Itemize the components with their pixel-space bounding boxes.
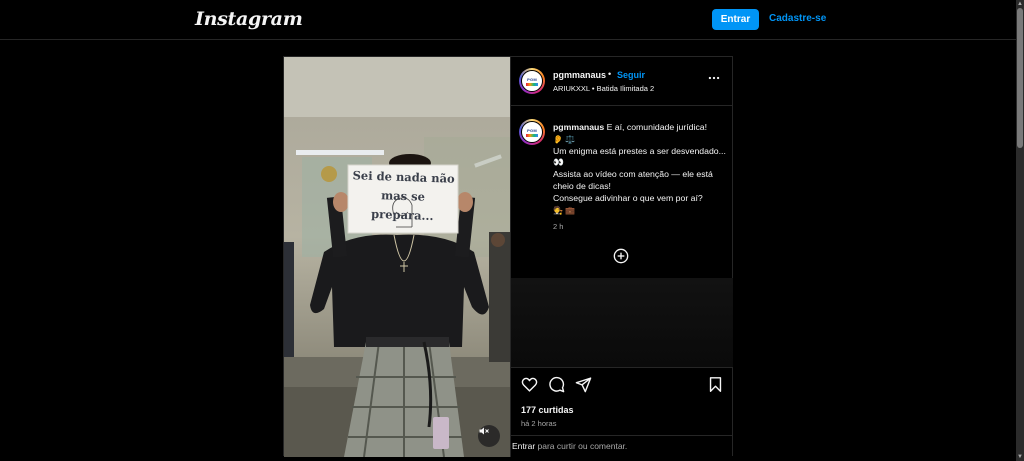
caption-timestamp: 2 h	[553, 222, 564, 231]
comment-icon	[549, 376, 565, 393]
scroll-down-arrow-icon[interactable]: ▼	[1017, 454, 1023, 460]
sign-text: Sei de nada não mas se prepara...	[349, 166, 457, 227]
heart-icon	[521, 377, 538, 392]
sign-line-2: mas se prepara...	[370, 188, 434, 224]
audio-artist: ARIUKXXL	[553, 84, 590, 93]
caption-avatar-color-bar	[526, 133, 538, 137]
avatar-label: PGM	[527, 76, 537, 82]
top-nav: Instagram Entrar Cadastre-se	[0, 0, 1016, 40]
like-button[interactable]	[521, 376, 538, 393]
instagram-logo[interactable]: Instagram	[195, 8, 303, 30]
post-timestamp[interactable]: há 2 horas	[521, 419, 556, 428]
plus-circle-icon	[613, 248, 629, 264]
caption-text-3: Assista ao vídeo com atenção — ele está …	[553, 169, 713, 191]
volume-muted-icon	[479, 427, 489, 435]
comments-area	[511, 278, 733, 367]
comment-button[interactable]	[548, 376, 565, 393]
header-separator: •	[608, 69, 612, 79]
caption-emoji-2: 🧑‍⚖️ 💼	[553, 205, 576, 215]
caption-text-1: E aí, comunidade jurídica!	[604, 122, 708, 132]
mute-button[interactable]	[478, 425, 500, 447]
caption-text-4: Consegue adivinhar o que vem por aí?	[553, 192, 703, 203]
bookmark-icon	[709, 377, 722, 392]
post-video[interactable]: Sei de nada não mas se prepara...	[284, 57, 510, 457]
post-header: PGM pgmmanaus • Seguir ARIUKXXL • Batida…	[511, 57, 733, 106]
avatar-color-bar	[526, 82, 538, 86]
sign-line-1: Sei de nada não	[352, 168, 455, 186]
login-prompt: Entrar para curtir ou comentar.	[511, 435, 733, 457]
audio-separator: •	[591, 84, 595, 93]
login-prompt-text: para curtir ou comentar.	[535, 441, 628, 451]
caption-avatar-image: PGM	[521, 121, 543, 143]
post-username[interactable]: pgmmanaus	[553, 70, 606, 80]
post-card: Sei de nada não mas se prepara... PGM pg…	[283, 56, 733, 457]
scroll-up-arrow-icon[interactable]: ▲	[1017, 1, 1023, 7]
avatar[interactable]: PGM	[519, 68, 545, 94]
load-more-comments-button[interactable]	[613, 248, 629, 264]
more-options-button[interactable]	[707, 71, 721, 88]
caption-avatar-label: PGM	[527, 127, 537, 133]
audio-track: Batida Ilimitada 2	[596, 84, 655, 93]
send-icon	[575, 377, 592, 393]
avatar-image: PGM	[521, 70, 543, 92]
caption-username[interactable]: pgmmanaus	[553, 122, 604, 132]
login-button[interactable]: Entrar	[712, 9, 759, 30]
page-scrollbar[interactable]: ▲ ▼	[1016, 0, 1024, 461]
audio-info[interactable]: ARIUKXXL • Batida Ilimitada 2	[553, 84, 654, 93]
caption-emoji-1: 👂 ⚖️	[553, 134, 576, 144]
post-actions: 177 curtidas há 2 horas	[511, 367, 733, 428]
scroll-thumb[interactable]	[1017, 8, 1023, 148]
save-button[interactable]	[707, 376, 724, 393]
caption-avatar[interactable]: PGM	[519, 119, 545, 145]
follow-button[interactable]: Seguir	[617, 70, 645, 80]
caption-text-2: Um enigma está prestes a ser desvendado.…	[553, 145, 726, 168]
login-prompt-link[interactable]: Entrar	[512, 441, 535, 451]
video-frame	[284, 57, 510, 457]
likes-count[interactable]: 177 curtidas	[521, 405, 574, 415]
caption-line-1: pgmmanaus E aí, comunidade jurídica!	[553, 122, 728, 134]
more-horizontal-icon	[708, 76, 720, 80]
post-side-panel: PGM pgmmanaus • Seguir ARIUKXXL • Batida…	[510, 57, 733, 457]
share-button[interactable]	[575, 376, 592, 393]
signup-link[interactable]: Cadastre-se	[769, 13, 826, 24]
post-caption: pgmmanaus E aí, comunidade jurídica! 👂 ⚖…	[553, 122, 728, 216]
